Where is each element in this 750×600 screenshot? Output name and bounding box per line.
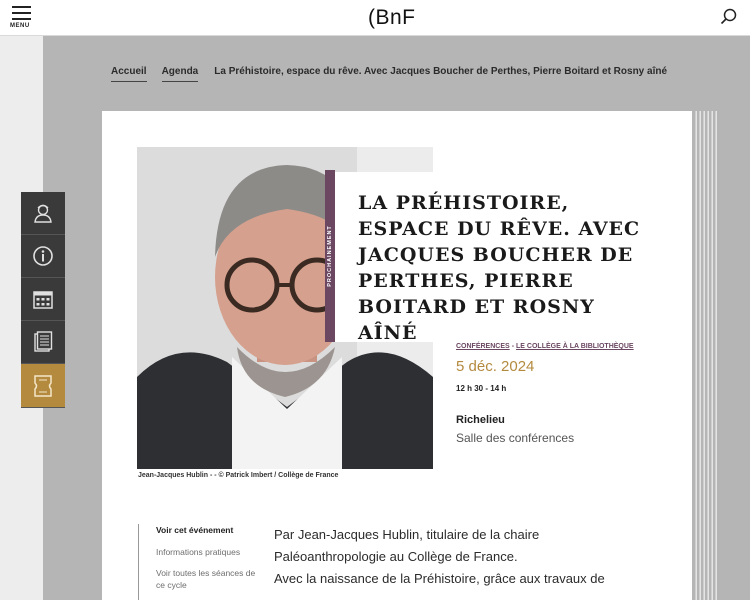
breadcrumb-current: La Préhistoire, espace du rêve. Avec Jac…: [214, 66, 668, 77]
event-place: Richelieu: [456, 414, 505, 426]
hamburger-icon-bar: [12, 12, 31, 14]
document-icon: [34, 331, 53, 352]
event-tags: CONFÉRENCES - LE COLLÈGE À LA BIBLIOTHÈQUE: [456, 343, 634, 350]
side-toolbar: [21, 192, 65, 408]
tool-info[interactable]: [21, 235, 65, 278]
tool-tickets[interactable]: [21, 364, 65, 408]
event-title: LA PRÉHISTOIRE, ESPACE DU RÊVE. AVEC JAC…: [358, 192, 641, 344]
info-icon: [33, 246, 53, 266]
subnav-all-sessions[interactable]: Voir toutes les séances de ce cycle: [156, 567, 258, 591]
card-stack-edge: [715, 111, 717, 600]
subnav-view-event[interactable]: Voir cet événement: [156, 524, 258, 536]
tag-separator: -: [511, 343, 515, 350]
event-room: Salle des conférences: [456, 431, 575, 445]
breadcrumb-home[interactable]: Accueil: [111, 66, 147, 82]
event-date: 5 déc. 2024: [456, 358, 535, 375]
tool-calendar[interactable]: [21, 278, 65, 321]
card-stack-edge: [707, 111, 709, 600]
event-description: Par Jean-Jacques Hublin, titulaire de la…: [274, 524, 654, 590]
menu-button[interactable]: MENU: [10, 6, 34, 32]
menu-label: MENU: [10, 23, 30, 29]
top-header: MENU (BnF: [0, 0, 750, 36]
tool-documents[interactable]: [21, 321, 65, 364]
description-line: Avec la naissance de la Préhistoire, grâ…: [274, 571, 605, 586]
description-line: Par Jean-Jacques Hublin, titulaire de la…: [274, 527, 540, 542]
tag-college[interactable]: LE COLLÈGE À LA BIBLIOTHÈQUE: [516, 343, 634, 350]
card-stack-edge: [703, 111, 705, 600]
card-stack-edge: [699, 111, 701, 600]
tag-conferences[interactable]: CONFÉRENCES: [456, 343, 510, 350]
description-line: Paléoanthropologie au Collège de France.: [274, 549, 518, 564]
photo-caption: Jean-Jacques Hublin - - © Patrick Imbert…: [138, 472, 339, 479]
search-button[interactable]: [720, 8, 738, 26]
hamburger-icon-bar: [12, 18, 31, 20]
breadcrumb: Accueil Agenda La Préhistoire, espace du…: [111, 66, 667, 82]
status-ribbon-text-wrap: PROCHAINEMENT: [325, 170, 335, 342]
person-icon: [34, 204, 52, 223]
ticket-icon: [34, 374, 52, 397]
breadcrumb-agenda[interactable]: Agenda: [161, 66, 199, 82]
status-ribbon-label: PROCHAINEMENT: [327, 225, 333, 287]
card-stack-edge: [695, 111, 697, 600]
calendar-icon: [33, 291, 53, 309]
tool-account[interactable]: [21, 192, 65, 235]
bnf-logo[interactable]: (BnF: [368, 6, 416, 30]
hamburger-icon: [12, 6, 31, 8]
event-subnav: Voir cet événement Informations pratique…: [138, 524, 258, 600]
search-icon: [720, 8, 737, 25]
subnav-practical-info[interactable]: Informations pratiques: [156, 546, 258, 558]
card-stack-edge: [711, 111, 713, 600]
event-time: 12 h 30 - 14 h: [456, 384, 507, 393]
